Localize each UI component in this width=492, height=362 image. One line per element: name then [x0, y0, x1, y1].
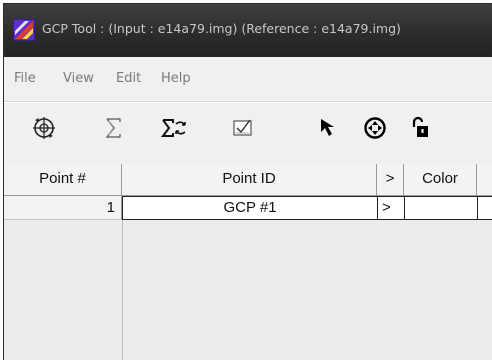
gcp-reference-setup-button[interactable] — [29, 113, 59, 143]
crosshair-button[interactable] — [360, 113, 390, 143]
column-header-point-num[interactable]: Point # — [4, 164, 122, 196]
next-cell[interactable] — [477, 196, 492, 220]
toolbar — [4, 102, 492, 163]
lock-toggle-button[interactable] — [406, 113, 436, 143]
gcp-tool-window: GCP Tool : (Input : e14a79.img) (Referen… — [3, 3, 492, 360]
sigma-button[interactable] — [99, 113, 129, 143]
column-header-arrow[interactable]: > — [377, 164, 404, 196]
menu-bar: File View Edit Help — [4, 57, 492, 102]
window-title: GCP Tool : (Input : e14a79.img) (Referen… — [42, 21, 401, 36]
menu-help[interactable]: Help — [161, 71, 191, 86]
menu-file[interactable]: File — [14, 71, 36, 86]
pointer-select-button[interactable] — [314, 113, 344, 143]
menu-edit[interactable]: Edit — [116, 71, 141, 86]
column-header-next[interactable] — [477, 164, 492, 196]
checkbox-check-button[interactable] — [228, 113, 258, 143]
gcp-reference-setup-icon — [33, 117, 55, 139]
column-header-point-id[interactable]: Point ID — [122, 164, 377, 196]
checkbox-check-icon — [233, 119, 252, 136]
column-header-color[interactable]: Color — [404, 164, 477, 196]
point-id-cell[interactable]: GCP #1 — [122, 196, 378, 220]
unlock-icon — [412, 116, 428, 137]
sigma-icon — [105, 118, 121, 138]
title-bar[interactable]: GCP Tool : (Input : e14a79.img) (Referen… — [4, 4, 492, 57]
arrow-cell[interactable]: > — [377, 196, 405, 220]
menu-view[interactable]: View — [63, 71, 94, 86]
gcp-table: Point # Point ID > Color 1 GCP #1 > — [4, 164, 492, 360]
crosshair-icon — [364, 117, 386, 139]
pointer-arrow-icon — [321, 119, 334, 136]
sigma-compute-icon — [161, 119, 186, 137]
sigma-compute-button[interactable] — [159, 113, 189, 143]
color-cell[interactable] — [404, 196, 478, 220]
row-number[interactable]: 1 — [4, 196, 122, 220]
gcp-tool-app-icon — [13, 19, 35, 41]
